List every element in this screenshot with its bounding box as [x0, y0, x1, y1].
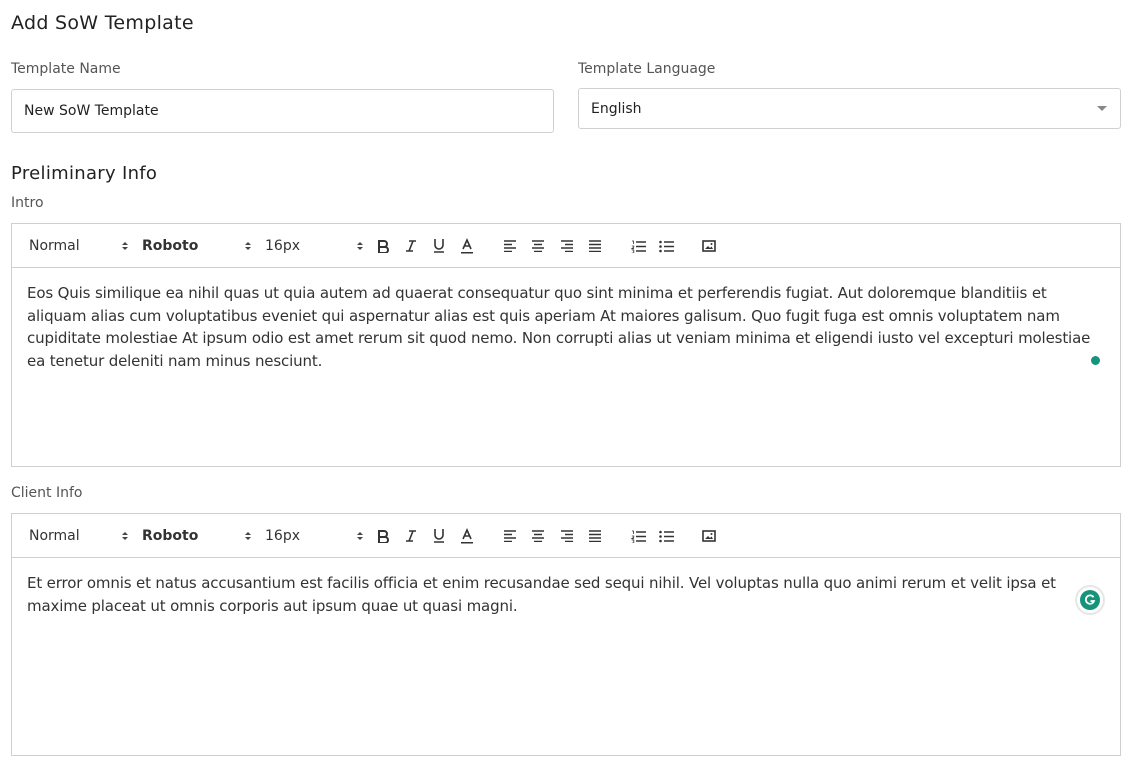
ordered-list-button[interactable]: [628, 236, 648, 256]
image-icon: [702, 240, 716, 252]
size-picker[interactable]: 16px: [265, 224, 363, 268]
header-picker-label: Normal: [29, 238, 80, 254]
image-button[interactable]: [699, 236, 719, 256]
ordered-list-icon: [630, 530, 646, 543]
size-picker-label: 16px: [265, 528, 300, 544]
text-color-button[interactable]: [457, 236, 477, 256]
ordered-list-icon: [630, 240, 646, 253]
italic-icon: [406, 240, 416, 252]
intro-toolbar: Normal Roboto 16px: [12, 224, 1120, 268]
image-icon: [702, 530, 716, 542]
font-picker[interactable]: Roboto: [142, 224, 254, 268]
bold-icon: [378, 530, 389, 543]
align-justify-icon: [589, 530, 601, 542]
bullet-list-icon: [658, 240, 674, 252]
page-title: Add SoW Template: [11, 12, 194, 34]
align-center-icon: [532, 240, 544, 252]
size-picker[interactable]: 16px: [265, 514, 363, 558]
picker-arrows-icon: [122, 532, 128, 540]
align-right-icon: [561, 240, 573, 252]
picker-arrows-icon: [245, 242, 251, 250]
align-justify-icon: [589, 240, 601, 252]
underline-button[interactable]: [429, 236, 449, 256]
align-center-button[interactable]: [528, 526, 548, 546]
bold-button[interactable]: [373, 236, 393, 256]
italic-icon: [406, 530, 416, 542]
template-language-select[interactable]: English: [578, 88, 1121, 129]
intro-editor: Normal Roboto 16px Eos Quis similique ea…: [11, 223, 1121, 467]
client-info-toolbar: Normal Roboto 16px: [12, 514, 1120, 558]
intro-editor-body[interactable]: Eos Quis similique ea nihil quas ut quia…: [12, 268, 1120, 386]
italic-button[interactable]: [401, 526, 421, 546]
align-right-button[interactable]: [557, 236, 577, 256]
picker-arrows-icon: [122, 242, 128, 250]
header-picker[interactable]: Normal: [29, 224, 131, 268]
align-left-icon: [504, 240, 516, 252]
header-picker-label: Normal: [29, 528, 80, 544]
align-right-icon: [561, 530, 573, 542]
intro-label: Intro: [11, 195, 44, 211]
text-color-icon: [461, 238, 473, 254]
bold-button[interactable]: [373, 526, 393, 546]
chevron-down-icon: [1097, 106, 1107, 111]
picker-arrows-icon: [245, 532, 251, 540]
align-center-button[interactable]: [528, 236, 548, 256]
text-color-icon: [461, 528, 473, 544]
font-picker-label: Roboto: [142, 528, 199, 544]
bullet-list-icon: [658, 530, 674, 542]
template-name-input[interactable]: New SoW Template: [11, 89, 554, 133]
template-language-label: Template Language: [578, 61, 716, 77]
ordered-list-button[interactable]: [628, 526, 648, 546]
italic-button[interactable]: [401, 236, 421, 256]
client-info-editor-body[interactable]: Et error omnis et natus accusantium est …: [12, 558, 1120, 631]
picker-arrows-icon: [357, 532, 363, 540]
header-picker[interactable]: Normal: [29, 514, 131, 558]
size-picker-label: 16px: [265, 238, 300, 254]
template-name-value: New SoW Template: [24, 103, 159, 119]
font-picker-label: Roboto: [142, 238, 199, 254]
picker-arrows-icon: [357, 242, 363, 250]
align-left-icon: [504, 530, 516, 542]
align-center-icon: [532, 530, 544, 542]
client-info-editor: Normal Roboto 16px Et error omnis et nat…: [11, 513, 1121, 756]
text-color-button[interactable]: [457, 526, 477, 546]
underline-button[interactable]: [429, 526, 449, 546]
align-left-button[interactable]: [500, 236, 520, 256]
template-language-value: English: [591, 100, 642, 117]
bold-icon: [378, 240, 389, 253]
underline-icon: [434, 529, 444, 543]
template-name-label: Template Name: [11, 61, 121, 77]
bullet-list-button[interactable]: [656, 526, 676, 546]
section-title-preliminary: Preliminary Info: [11, 163, 158, 184]
underline-icon: [434, 239, 444, 253]
align-left-button[interactable]: [500, 526, 520, 546]
image-button[interactable]: [699, 526, 719, 546]
align-justify-button[interactable]: [585, 236, 605, 256]
grammarly-status-dot[interactable]: [1091, 356, 1100, 365]
bullet-list-button[interactable]: [656, 236, 676, 256]
align-right-button[interactable]: [557, 526, 577, 546]
grammarly-icon: [1080, 590, 1100, 610]
grammarly-button[interactable]: [1077, 587, 1103, 613]
client-info-label: Client Info: [11, 485, 83, 501]
font-picker[interactable]: Roboto: [142, 514, 254, 558]
align-justify-button[interactable]: [585, 526, 605, 546]
